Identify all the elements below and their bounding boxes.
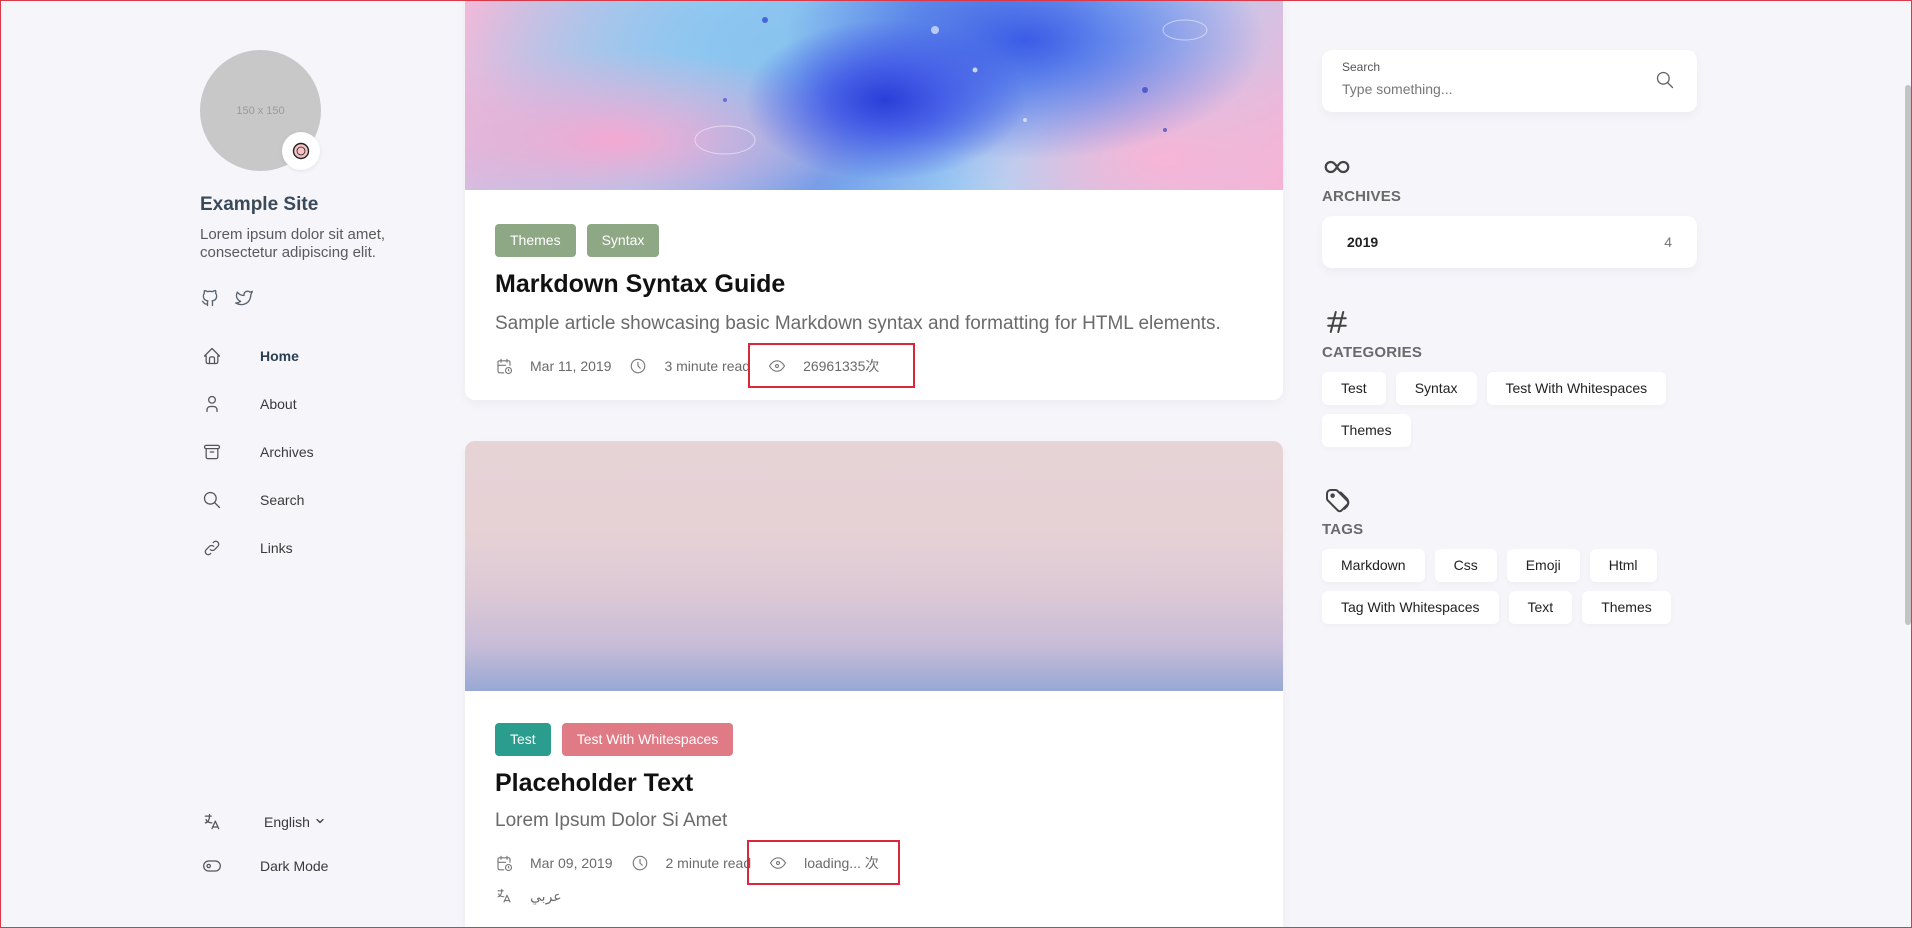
link-icon — [202, 538, 222, 558]
views-highlight-box — [748, 343, 915, 388]
calendar-icon — [495, 357, 513, 375]
article-body: Themes Syntax Markdown Syntax Guide Samp… — [465, 224, 1283, 388]
tag-markdown[interactable]: Markdown — [1322, 549, 1425, 582]
menu-item-archives[interactable]: Archives — [200, 428, 460, 476]
twitter-icon[interactable] — [234, 288, 254, 308]
archive-icon — [202, 442, 222, 462]
article-title[interactable]: Placeholder Text — [495, 769, 1253, 798]
menu-item-label: Archives — [260, 444, 314, 460]
tags-list: Markdown Css Emoji Html Tag With Whitesp… — [1322, 549, 1697, 624]
article-translations: عربي — [495, 887, 1253, 905]
clock-icon — [629, 357, 647, 375]
dark-mode-toggle[interactable]: Dark Mode — [200, 844, 460, 888]
avatar-placeholder-text: 150 x 150 — [236, 104, 285, 117]
menu-item-label: About — [260, 396, 297, 412]
article-tags: Themes Syntax — [495, 224, 1253, 257]
infinity-icon — [1322, 152, 1352, 182]
main-menu: Home About Archives Search Links — [200, 332, 460, 572]
tag-test-with-whitespaces[interactable]: Test With Whitespaces — [561, 723, 734, 756]
menu-item-links[interactable]: Links — [200, 524, 460, 572]
article-read-time: 3 minute read — [664, 358, 751, 374]
article-subtitle: Sample article showcasing basic Markdown… — [495, 313, 1221, 334]
avatar[interactable]: 150 x 150 — [200, 50, 321, 171]
translate-icon — [202, 812, 222, 832]
archives-title: ARCHIVES — [1322, 188, 1402, 205]
article-body: Test Test With Whitespaces Placeholder T… — [465, 723, 1283, 905]
left-sidebar: 150 x 150 Example Site Lorem ipsum dolor… — [200, 0, 460, 928]
social-links — [200, 288, 254, 308]
sky-image — [465, 441, 1283, 691]
hash-icon — [1322, 307, 1352, 337]
search-label: Search — [1342, 60, 1381, 74]
user-icon — [202, 394, 222, 414]
menu-item-search[interactable]: Search — [200, 476, 460, 524]
search-input[interactable] — [1342, 78, 1632, 100]
menu-item-label: Search — [260, 492, 305, 508]
category-syntax[interactable]: Syntax — [1395, 372, 1477, 405]
article-meta: Mar 11, 2019 3 minute read 26961335次 — [495, 343, 1253, 388]
tag-syntax[interactable]: Syntax — [586, 224, 660, 257]
search-icon — [202, 490, 222, 510]
article-cover-image[interactable] — [465, 0, 1283, 190]
article-date: Mar 11, 2019 — [530, 358, 612, 374]
scrollbar[interactable] — [1905, 85, 1911, 625]
translate-icon — [495, 887, 513, 905]
category-themes[interactable]: Themes — [1322, 414, 1411, 447]
tag-emoji[interactable]: Emoji — [1506, 549, 1580, 582]
github-icon[interactable] — [200, 288, 220, 308]
tag-tag-with-whitespaces[interactable]: Tag With Whitespaces — [1322, 591, 1499, 624]
categories-title: CATEGORIES — [1322, 344, 1423, 361]
language-value: English — [264, 814, 310, 830]
translation-link[interactable]: عربي — [530, 888, 562, 905]
article-tags: Test Test With Whitespaces — [495, 723, 1253, 756]
article-meta: Mar 09, 2019 2 minute read loading... 次 — [495, 840, 1253, 885]
chevron-down-icon — [314, 814, 326, 830]
tag-test[interactable]: Test — [495, 723, 551, 756]
clock-icon — [631, 854, 649, 872]
language-switcher[interactable]: English — [200, 800, 460, 844]
article-subtitle: Lorem Ipsum Dolor Si Amet — [495, 810, 728, 831]
archive-count: 4 — [1664, 234, 1672, 250]
views-highlight-box — [747, 840, 900, 885]
tag-text[interactable]: Text — [1508, 591, 1573, 624]
search-widget: Search — [1322, 50, 1697, 112]
bottom-menu: English Dark Mode — [200, 800, 460, 888]
site-description: Lorem ipsum dolor sit amet, consectetur … — [200, 226, 386, 261]
marble-image — [465, 0, 1283, 190]
menu-item-about[interactable]: About — [200, 380, 460, 428]
tag-css[interactable]: Css — [1434, 549, 1497, 582]
home-icon — [202, 346, 222, 366]
article-card: Test Test With Whitespaces Placeholder T… — [465, 441, 1283, 928]
tag-themes[interactable]: Themes — [495, 224, 576, 257]
tags-title: TAGS — [1322, 521, 1364, 538]
category-test[interactable]: Test — [1322, 372, 1386, 405]
toggle-icon — [202, 856, 222, 876]
menu-item-label: Links — [260, 540, 293, 556]
article-read-time: 2 minute read — [665, 855, 752, 871]
category-test-with-whitespaces[interactable]: Test With Whitespaces — [1486, 372, 1667, 405]
archive-item-2019[interactable]: 2019 4 — [1322, 216, 1697, 268]
article-title[interactable]: Markdown Syntax Guide — [495, 270, 1253, 299]
calendar-icon — [495, 854, 513, 872]
article-cover-image[interactable] — [465, 441, 1283, 691]
categories-list: Test Syntax Test With Whitespaces Themes — [1322, 372, 1697, 447]
language-select[interactable]: English — [264, 814, 326, 830]
tag-themes[interactable]: Themes — [1582, 591, 1671, 624]
article-card: Themes Syntax Markdown Syntax Guide Samp… — [465, 0, 1283, 400]
article-date: Mar 09, 2019 — [530, 855, 613, 871]
tag-icon — [1322, 485, 1352, 515]
menu-item-label: Home — [260, 348, 299, 364]
archive-year: 2019 — [1347, 234, 1379, 250]
search-icon[interactable] — [1655, 70, 1677, 92]
tag-html[interactable]: Html — [1589, 549, 1657, 582]
site-name[interactable]: Example Site — [200, 194, 318, 216]
emoji-icon — [282, 132, 320, 170]
dark-mode-label: Dark Mode — [260, 858, 329, 874]
menu-item-home[interactable]: Home — [200, 332, 460, 380]
